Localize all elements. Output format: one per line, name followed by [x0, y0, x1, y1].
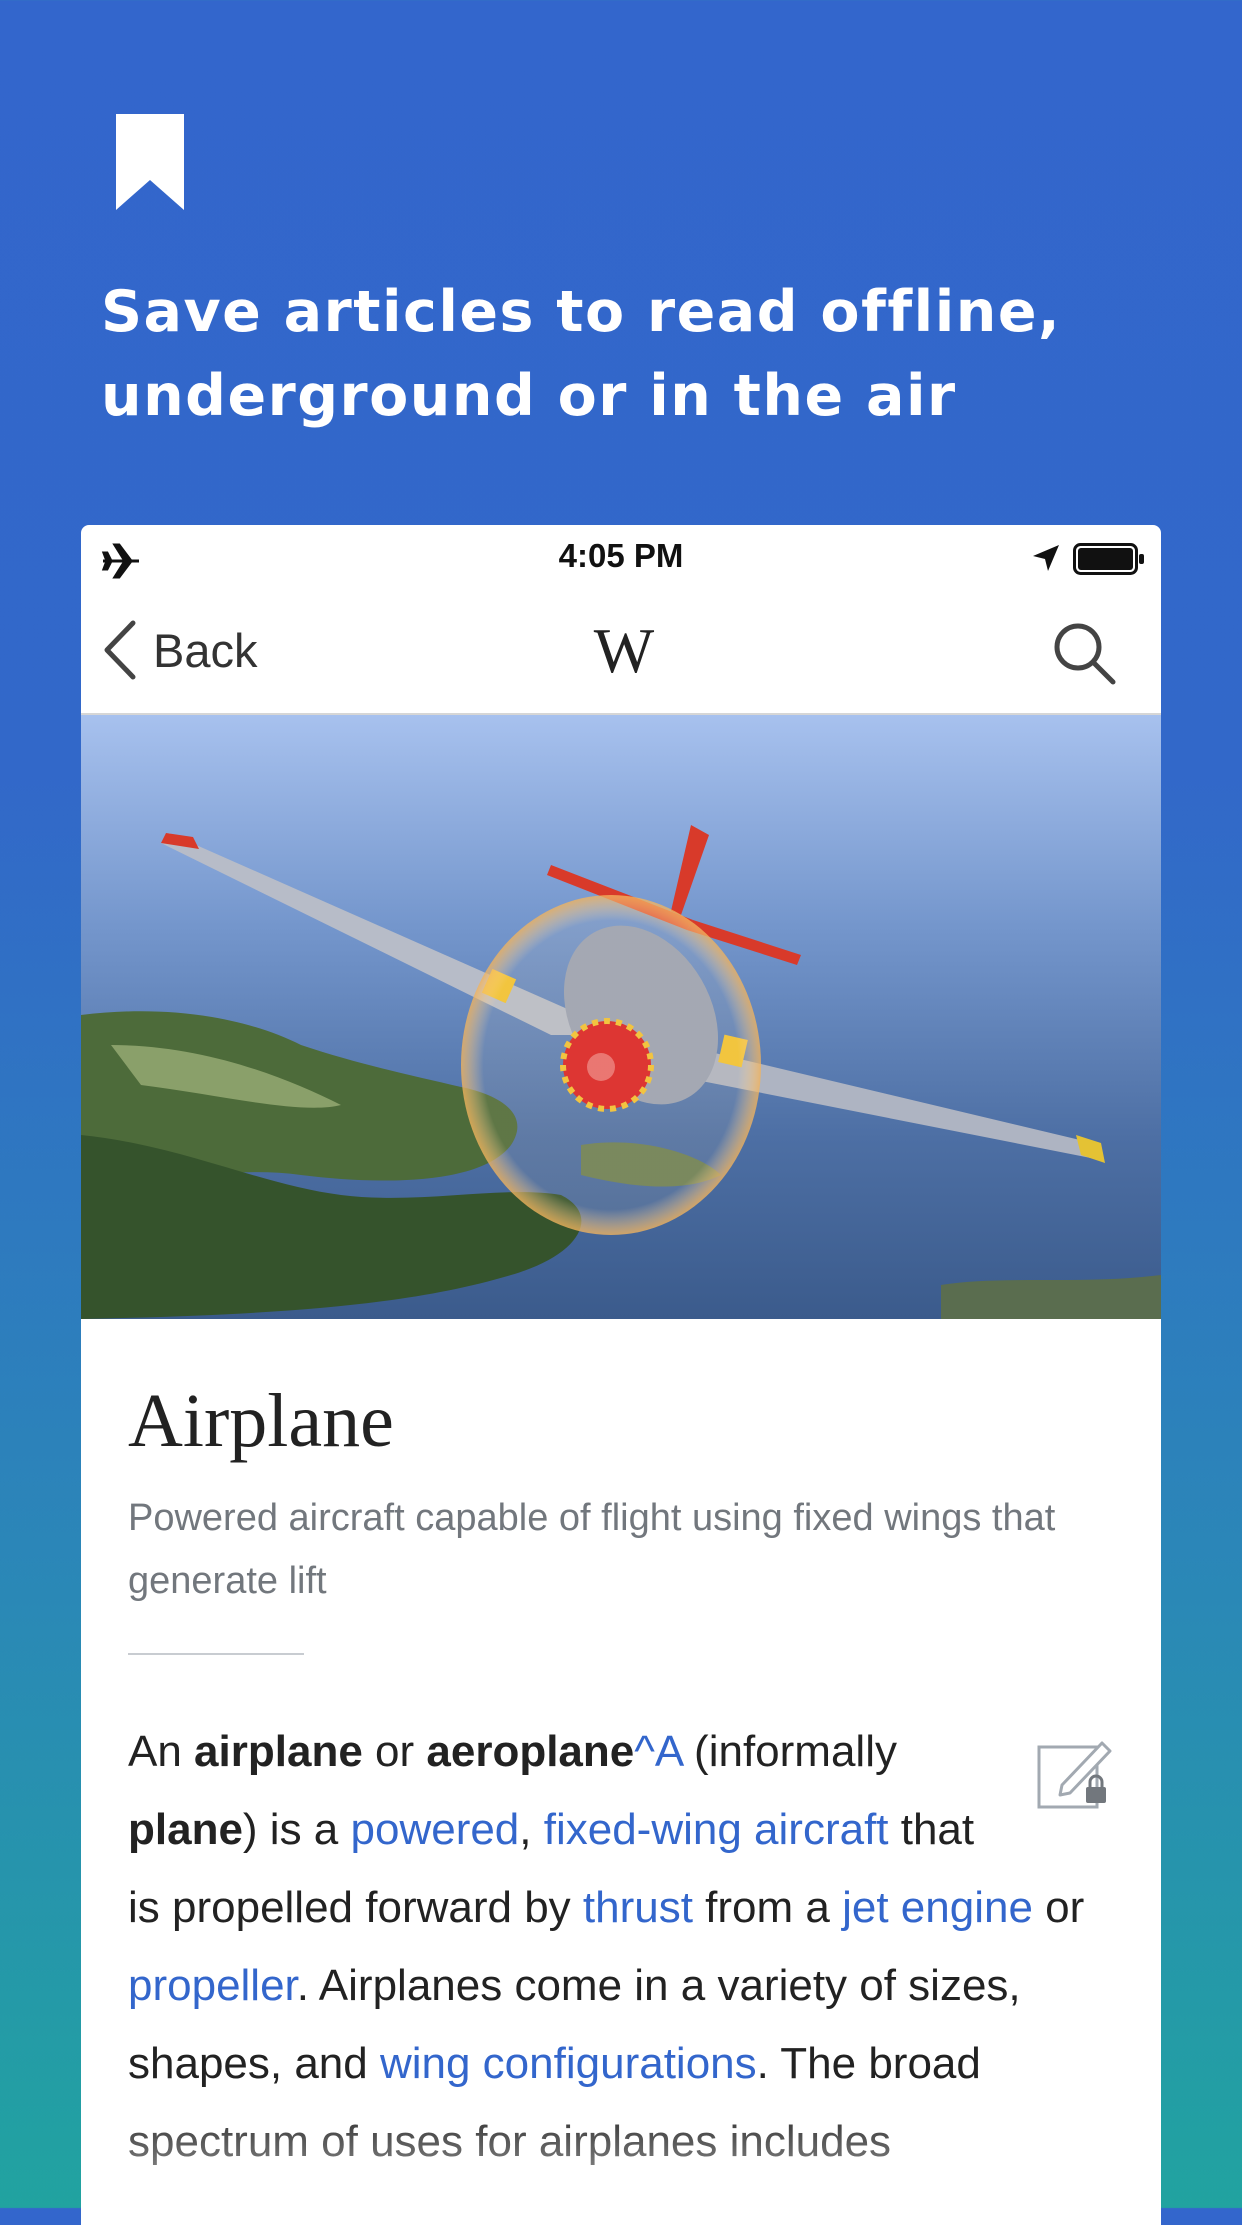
divider [128, 1653, 304, 1655]
bold-term: airplane [194, 1727, 363, 1776]
phone-screen: 4:05 PM Back W Airplane Powered aircraft… [81, 525, 1161, 2225]
article-content: Airplane Powered aircraft capable of fli… [128, 1319, 1118, 2181]
link-fixed-wing-aircraft[interactable]: fixed-wing aircraft [544, 1805, 889, 1854]
bookmark-icon [116, 114, 184, 210]
text-span: ) is a [242, 1805, 351, 1854]
headline-line-2: underground or in the air [101, 363, 957, 429]
location-arrow-icon [1033, 545, 1059, 571]
text-span: , [519, 1805, 544, 1854]
text-span: or [362, 1727, 427, 1776]
article-description: Powered aircraft capable of flight using… [128, 1497, 1056, 1602]
bold-term: aeroplane [426, 1727, 635, 1776]
link-thrust[interactable]: thrust [583, 1883, 693, 1932]
status-time: 4:05 PM [558, 537, 684, 574]
article-title: Airplane [128, 1379, 394, 1463]
nav-bar: Back W [81, 590, 1161, 715]
link-powered[interactable]: powered [351, 1805, 520, 1854]
wikipedia-logo: W [593, 615, 654, 686]
edit-lock-icon[interactable] [1036, 1733, 1118, 1811]
promo-headline: Save articles to read offline, undergrou… [101, 270, 1141, 438]
text-span: or [1032, 1883, 1085, 1932]
link-propeller[interactable]: propeller [128, 1961, 297, 2010]
status-bar: 4:05 PM [81, 525, 1161, 590]
link-jet-engine[interactable]: jet engine [842, 1883, 1033, 1932]
link-footnote-a[interactable]: ^A [634, 1727, 682, 1776]
text-span: An [128, 1727, 195, 1776]
article-lead-image[interactable] [81, 715, 1161, 1319]
headline-line-1: Save articles to read offline, [101, 279, 1062, 345]
text-span: (informally [681, 1727, 897, 1776]
battery-icon [1073, 543, 1144, 575]
article-paragraph: An airplane or aeroplane^A (informally p… [128, 1713, 1118, 2181]
text-span: from a [692, 1883, 843, 1932]
bold-term: plane [128, 1805, 243, 1854]
link-wing-configurations[interactable]: wing configurations [380, 2039, 757, 2088]
search-icon[interactable] [1051, 620, 1117, 686]
